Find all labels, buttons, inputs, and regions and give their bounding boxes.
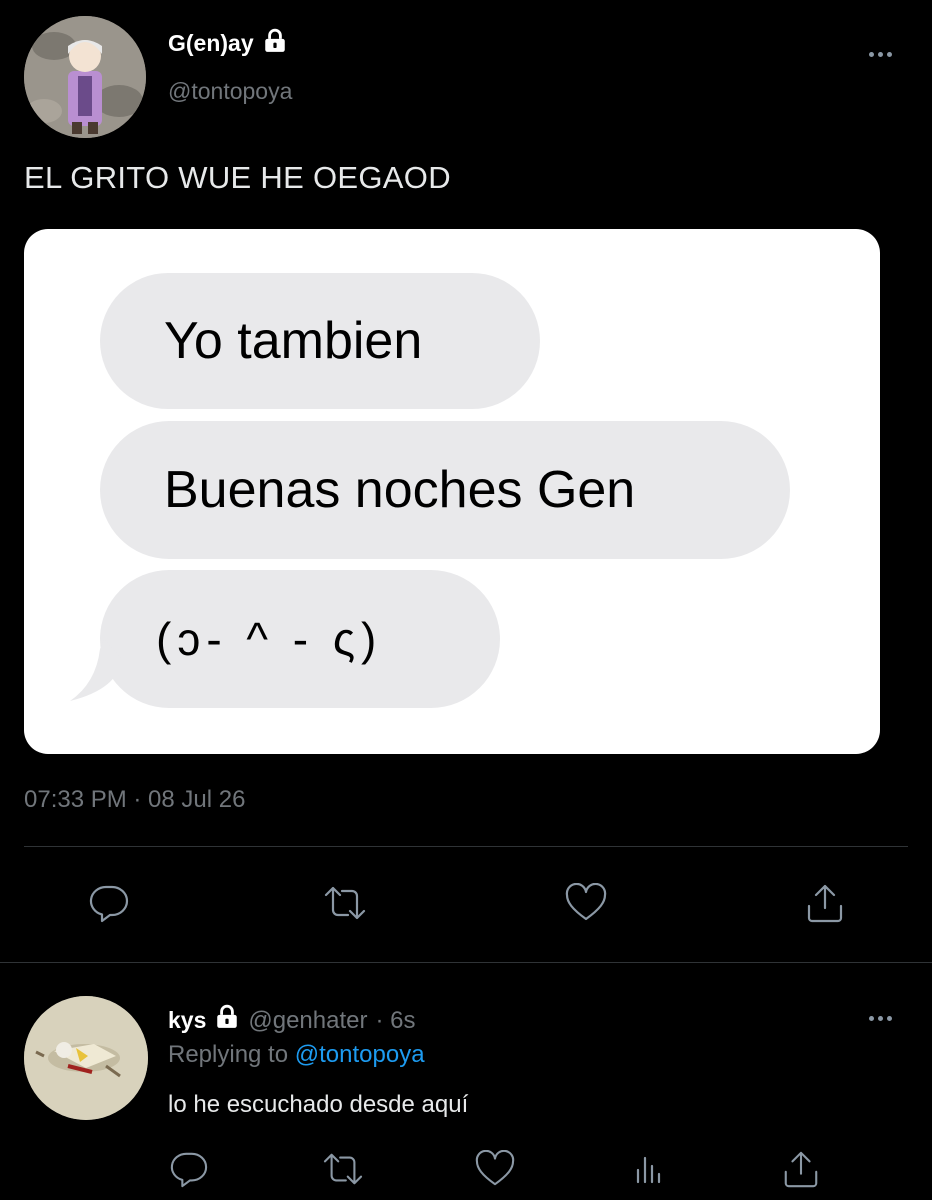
more-options-icon[interactable] <box>864 49 896 59</box>
like-icon[interactable] <box>470 1144 520 1194</box>
divider <box>24 846 908 847</box>
author-name[interactable]: G(en)ay <box>168 30 254 57</box>
reply-icon[interactable] <box>84 878 134 928</box>
avatar-illustration <box>24 996 148 1120</box>
reply-age: · 6s <box>375 1006 416 1034</box>
divider <box>0 962 932 963</box>
lock-icon <box>214 1004 240 1037</box>
replying-to-label: Replying to <box>168 1041 289 1068</box>
author-avatar[interactable] <box>24 16 146 138</box>
retweet-icon[interactable] <box>320 878 370 928</box>
tweet-text: EL GRITO WUE HE OEGAOD <box>24 160 451 195</box>
reply-author-handle[interactable]: @genhater <box>248 1007 367 1035</box>
tweet-timestamp: 07:33 PM · 08 Jul 26 <box>24 786 246 813</box>
like-icon[interactable] <box>561 878 611 928</box>
replying-to-link[interactable]: @tontopoya <box>295 1041 425 1068</box>
reply-icon[interactable] <box>164 1144 214 1194</box>
reply-author-avatar[interactable] <box>24 996 148 1120</box>
lock-icon <box>262 28 288 59</box>
analytics-icon[interactable] <box>624 1144 674 1194</box>
retweet-icon[interactable] <box>318 1144 368 1194</box>
reply-text: lo he escuchado desde aquí <box>168 1091 469 1118</box>
reply-author-name[interactable]: kys <box>168 1007 206 1034</box>
share-icon[interactable] <box>800 878 850 928</box>
bubble-text: (ↄ- ^ - ς) <box>156 613 383 665</box>
avatar-illustration <box>24 16 146 138</box>
more-options-icon[interactable] <box>864 1013 896 1023</box>
message-bubble: Buenas noches Gen <box>100 421 790 559</box>
bubble-text: Buenas noches Gen <box>164 461 636 519</box>
author-handle[interactable]: @tontopoya <box>168 78 292 105</box>
tweet-image[interactable]: Yo tambien Buenas noches Gen (ↄ- ^ - ς) <box>24 229 880 754</box>
share-icon[interactable] <box>776 1144 826 1194</box>
bubble-text: Yo tambien <box>164 312 423 370</box>
message-bubble: Yo tambien <box>100 273 540 409</box>
message-bubble: (ↄ- ^ - ς) <box>100 570 500 708</box>
bubble-tail <box>70 639 122 701</box>
